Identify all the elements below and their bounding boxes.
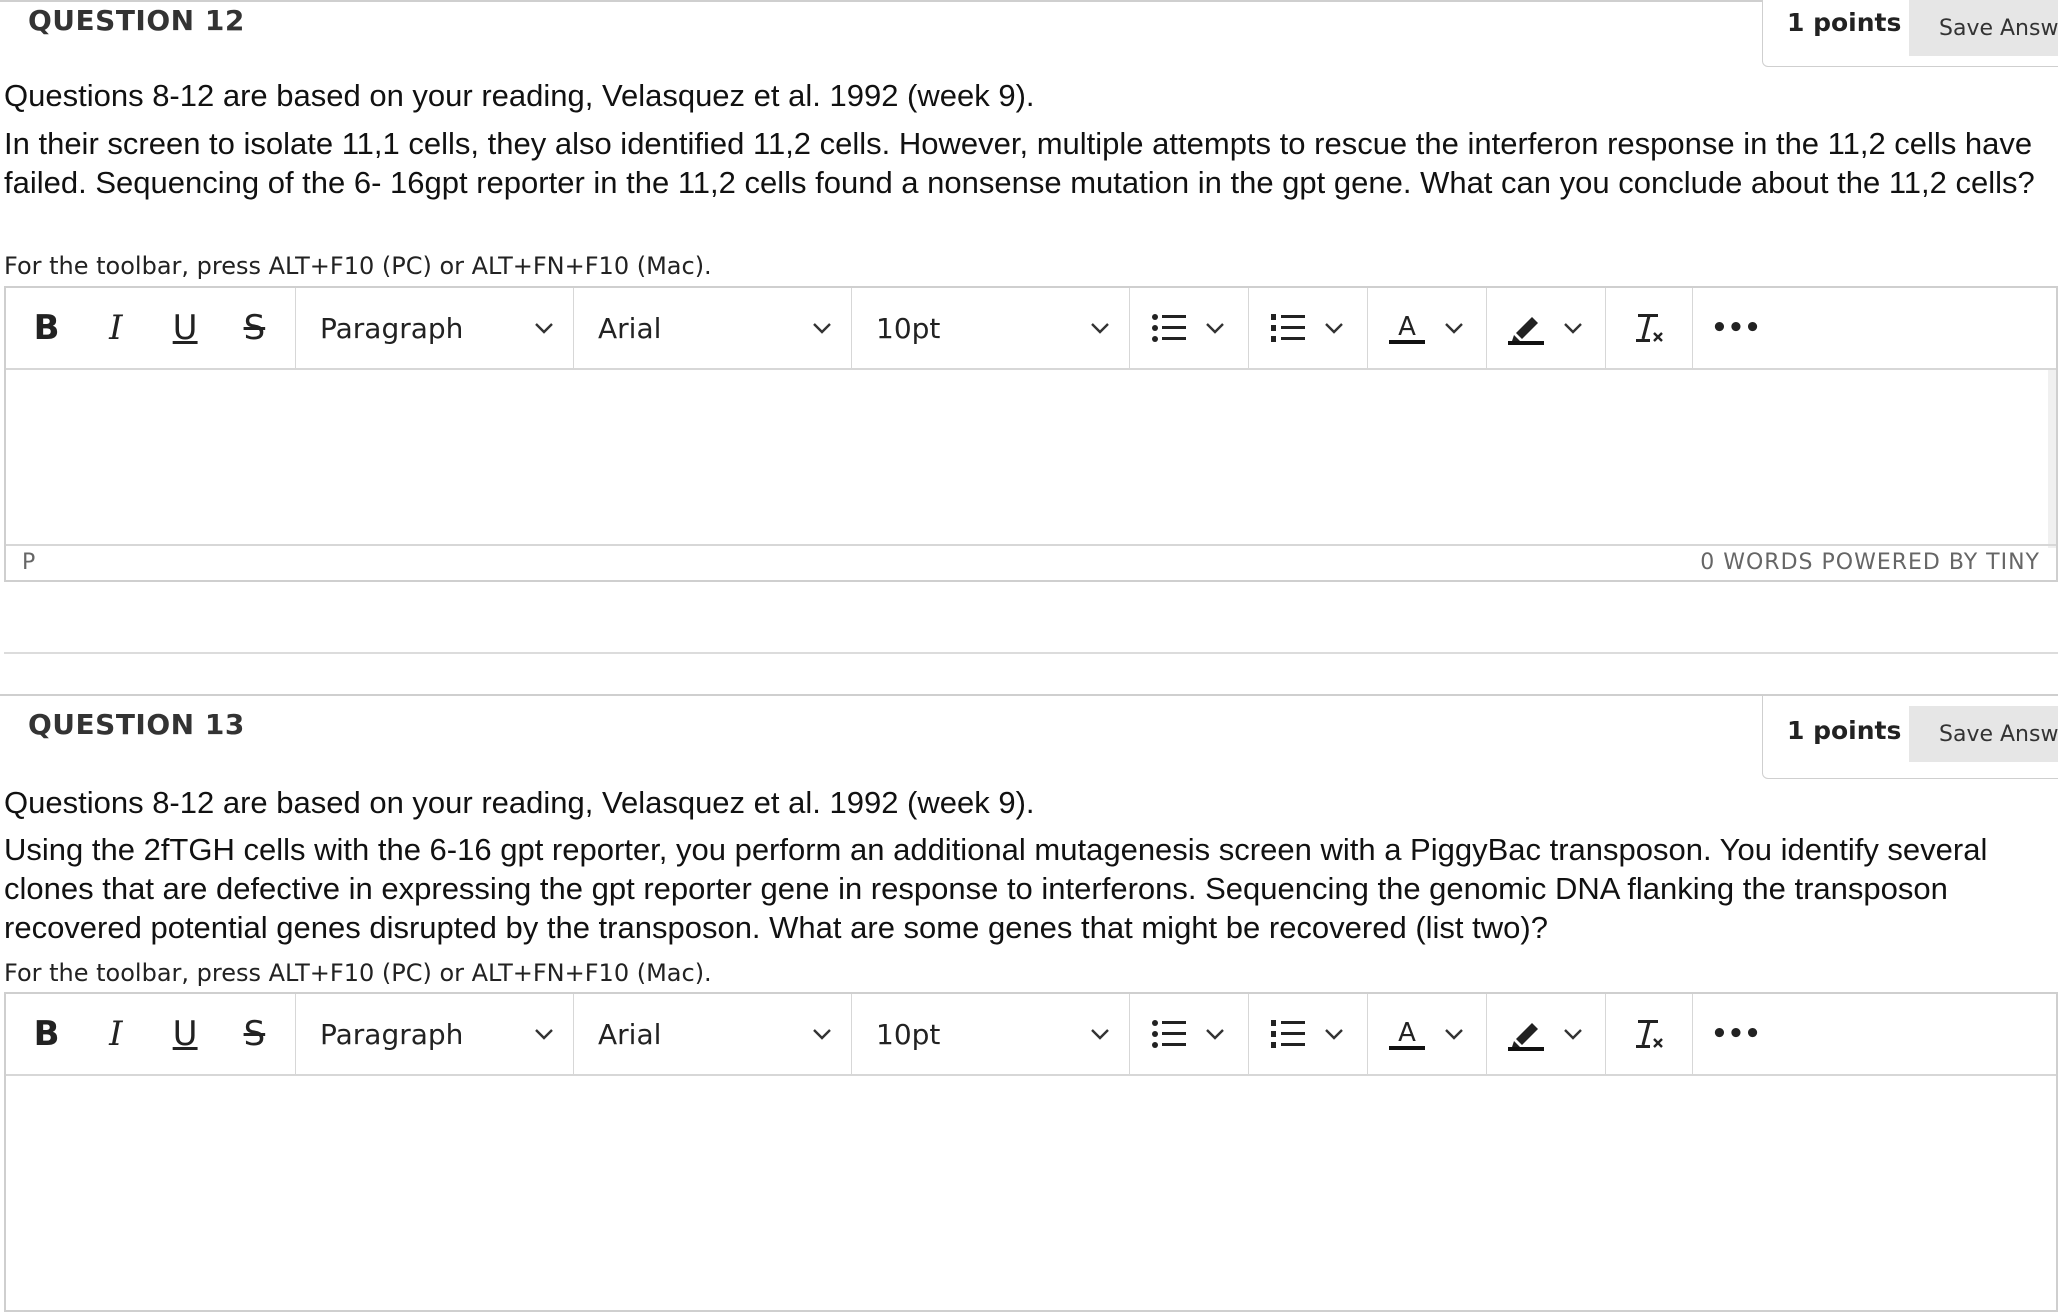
chevron-down-icon xyxy=(1091,1029,1109,1040)
toolbar-hint: For the toolbar, press ALT+F10 (PC) or A… xyxy=(4,252,712,280)
question-intro: Questions 8-12 are based on your reading… xyxy=(4,78,1035,113)
more-options-button[interactable]: ••• xyxy=(1693,994,1779,1074)
block-format-value: Paragraph xyxy=(320,311,464,345)
font-family-select[interactable]: Arial xyxy=(574,288,852,368)
editor-toolbar: B I U S Paragraph Arial 10pt A ••• xyxy=(6,288,2056,370)
font-family-value: Arial xyxy=(598,1017,662,1051)
clear-formatting-icon xyxy=(1636,1020,1663,1048)
points-label: 1 points xyxy=(1787,8,1902,37)
underline-button[interactable]: U xyxy=(158,1014,212,1054)
points-label: 1 points xyxy=(1787,716,1902,745)
chevron-down-icon xyxy=(535,323,553,334)
editor-content-area[interactable] xyxy=(6,370,2056,548)
chevron-down-icon xyxy=(1445,1029,1463,1040)
chevron-down-icon xyxy=(813,1029,831,1040)
numbered-list-button[interactable] xyxy=(1249,288,1368,368)
rich-text-editor: B I U S Paragraph Arial 10pt xyxy=(4,992,2058,1312)
highlight-color-button[interactable] xyxy=(1487,994,1606,1074)
bullet-list-button[interactable] xyxy=(1130,994,1249,1074)
question-title: QUESTION 12 xyxy=(28,4,245,37)
block-format-select[interactable]: Paragraph xyxy=(296,288,574,368)
element-path[interactable]: P xyxy=(22,550,35,575)
text-color-icon: A xyxy=(1389,1018,1425,1050)
points-box: 1 points Save Answer xyxy=(1762,0,2058,67)
font-size-select[interactable]: 10pt xyxy=(852,994,1130,1074)
editor-toolbar: B I U S Paragraph Arial 10pt A ••• xyxy=(6,994,2056,1076)
question-intro: Questions 8-12 are based on your reading… xyxy=(4,785,1035,820)
strikethrough-button[interactable]: S xyxy=(227,308,281,348)
question-12: QUESTION 12 1 points Save Answer Questio… xyxy=(0,0,2058,590)
clear-formatting-icon xyxy=(1636,314,1663,342)
ellipsis-icon: ••• xyxy=(1711,313,1761,343)
italic-button[interactable]: I xyxy=(89,308,143,348)
font-family-select[interactable]: Arial xyxy=(574,994,852,1074)
chevron-down-icon xyxy=(1445,323,1463,334)
word-count-branding: 0 WORDS POWERED BY TINY xyxy=(1700,550,2040,575)
points-box: 1 points Save Answer xyxy=(1762,696,2058,779)
format-buttons: B I U S xyxy=(6,288,296,368)
editor-content-area[interactable] xyxy=(6,1076,2056,1316)
chevron-down-icon xyxy=(1325,323,1343,334)
bullet-list-icon xyxy=(1152,314,1186,342)
chevron-down-icon xyxy=(535,1029,553,1040)
block-format-select[interactable]: Paragraph xyxy=(296,994,574,1074)
svg-text:A: A xyxy=(1398,312,1416,342)
font-size-value: 10pt xyxy=(876,1017,941,1051)
question-13: QUESTION 13 1 points Save Answer Questio… xyxy=(0,694,2058,1312)
clear-formatting-button[interactable] xyxy=(1606,994,1693,1074)
chevron-down-icon xyxy=(1206,1029,1224,1040)
chevron-down-icon xyxy=(813,323,831,334)
font-family-value: Arial xyxy=(598,311,662,345)
highlighter-icon xyxy=(1508,317,1544,345)
chevron-down-icon xyxy=(1564,323,1582,334)
highlight-color-button[interactable] xyxy=(1487,288,1606,368)
font-size-value: 10pt xyxy=(876,311,941,345)
bullet-list-icon xyxy=(1152,1020,1186,1048)
save-answer-button[interactable]: Save Answer xyxy=(1909,0,2058,56)
bold-button[interactable]: B xyxy=(20,1014,74,1054)
editor-scroll-edge xyxy=(2048,370,2056,548)
text-color-icon: A xyxy=(1389,312,1425,344)
chevron-down-icon xyxy=(1091,323,1109,334)
numbered-list-button[interactable] xyxy=(1249,994,1368,1074)
chevron-down-icon xyxy=(1325,1029,1343,1040)
clear-formatting-button[interactable] xyxy=(1606,288,1693,368)
bullet-list-button[interactable] xyxy=(1130,288,1249,368)
underline-button[interactable]: U xyxy=(158,308,212,348)
more-options-button[interactable]: ••• xyxy=(1693,288,1779,368)
editor-statusbar: P 0 WORDS POWERED BY TINY xyxy=(6,544,2056,580)
format-buttons: B I U S xyxy=(6,994,296,1074)
question-text: In their screen to isolate 11,1 cells, t… xyxy=(4,126,2035,200)
text-color-button[interactable]: A xyxy=(1368,994,1487,1074)
numbered-list-icon xyxy=(1271,314,1305,342)
highlighter-icon xyxy=(1508,1023,1544,1051)
strikethrough-button[interactable]: S xyxy=(227,1014,281,1054)
svg-text:A: A xyxy=(1398,1018,1416,1048)
bold-button[interactable]: B xyxy=(20,308,74,348)
chevron-down-icon xyxy=(1206,323,1224,334)
chevron-down-icon xyxy=(1564,1029,1582,1040)
question-title: QUESTION 13 xyxy=(28,708,245,741)
toolbar-hint: For the toolbar, press ALT+F10 (PC) or A… xyxy=(4,959,712,987)
question-divider xyxy=(0,694,2058,696)
rich-text-editor: B I U S Paragraph Arial 10pt xyxy=(4,286,2058,582)
question-divider xyxy=(0,0,2058,2)
question-text: Using the 2fTGH cells with the 6-16 gpt … xyxy=(4,832,1988,945)
italic-button[interactable]: I xyxy=(89,1014,143,1054)
text-color-button[interactable]: A xyxy=(1368,288,1487,368)
save-answer-button[interactable]: Save Answer xyxy=(1909,706,2058,762)
block-format-value: Paragraph xyxy=(320,1017,464,1051)
font-size-select[interactable]: 10pt xyxy=(852,288,1130,368)
numbered-list-icon xyxy=(1271,1020,1305,1048)
ellipsis-icon: ••• xyxy=(1711,1019,1761,1049)
section-divider xyxy=(4,652,2058,654)
